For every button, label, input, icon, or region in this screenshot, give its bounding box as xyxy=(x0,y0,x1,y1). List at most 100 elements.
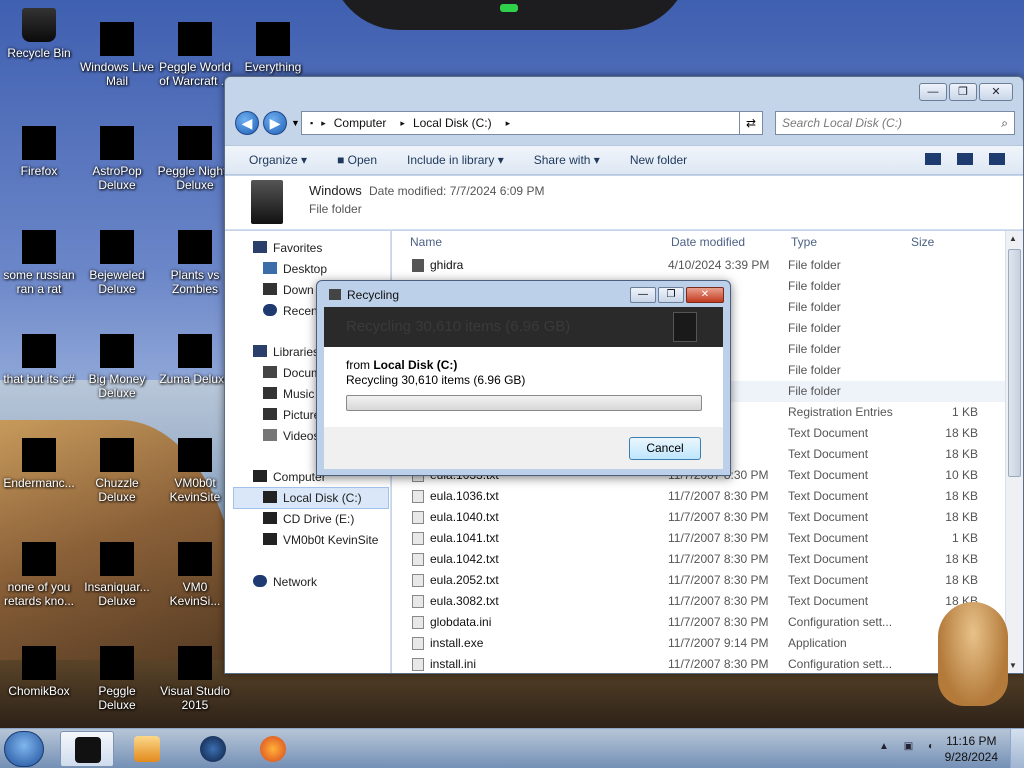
desktop-icon-vm0-kevinsite[interactable]: VM0 KevinSi... xyxy=(156,542,234,608)
nav-kevinsite[interactable]: VM0b0t KevinSite xyxy=(263,533,378,547)
file-name: install.exe xyxy=(430,636,484,650)
dialog-close-button[interactable]: ✕ xyxy=(686,287,724,303)
preview-pane-icon[interactable] xyxy=(957,153,973,165)
column-type[interactable]: Type xyxy=(791,235,817,249)
desktop-icon-c-sharp[interactable]: that but its c# xyxy=(0,334,78,386)
peggle-nights-icon xyxy=(178,126,212,160)
file-row[interactable]: globdata.ini 11/7/2007 8:30 PM Configurati… xyxy=(392,612,1005,633)
file-type: Text Document xyxy=(788,573,869,587)
desktop-icon-big-money[interactable]: Big Money Deluxe xyxy=(78,334,156,400)
network-drive-icon xyxy=(263,533,277,545)
taskbar-explorer-button[interactable] xyxy=(60,731,114,767)
scrollbar-thumb[interactable] xyxy=(1008,249,1021,477)
scroll-up-icon[interactable]: ▲ xyxy=(1009,234,1017,243)
nav-videos[interactable]: Videos xyxy=(263,429,319,443)
file-row[interactable]: eula.1042.txt 11/7/2007 8:30 PM Text Docum… xyxy=(392,549,1005,570)
file-row[interactable]: eula.1041.txt 11/7/2007 8:30 PM Text Docum… xyxy=(392,528,1005,549)
column-size[interactable]: Size xyxy=(911,235,934,249)
show-hidden-icons-icon[interactable]: ▲ xyxy=(879,741,889,752)
file-row[interactable]: eula.2052.txt 11/7/2007 8:30 PM Text Docum… xyxy=(392,570,1005,591)
file-row[interactable]: ghidra 4/10/2024 3:39 PM File folder xyxy=(392,255,1005,276)
maximize-button[interactable]: ❐ xyxy=(949,83,977,101)
nav-desktop[interactable]: Desktop xyxy=(263,262,327,276)
desktop-icon-recycle-bin[interactable]: Recycle Bin xyxy=(0,8,78,60)
file-size: 18 KB xyxy=(945,552,978,566)
dialog-minimize-button[interactable]: — xyxy=(630,287,656,303)
start-button[interactable] xyxy=(4,731,44,767)
desktop-icon-firefox[interactable]: Firefox xyxy=(0,126,78,178)
nav-recent[interactable]: Recent xyxy=(263,304,321,318)
nav-music[interactable]: Music xyxy=(263,387,314,401)
file-row[interactable]: eula.1040.txt 11/7/2007 8:30 PM Text Docum… xyxy=(392,507,1005,528)
desktop-icon-bejeweled[interactable]: Bejeweled Deluxe xyxy=(78,230,156,296)
scroll-down-icon[interactable]: ▼ xyxy=(1009,661,1017,670)
dialog-maximize-button[interactable]: ❐ xyxy=(658,287,684,303)
selected-item-date: Date modified: 7/7/2024 6:09 PM xyxy=(369,184,545,198)
share-with-button[interactable]: Share with ▾ xyxy=(534,153,600,167)
change-view-icon[interactable] xyxy=(925,153,941,165)
back-button[interactable]: ◀ xyxy=(235,111,259,135)
include-in-library-button[interactable]: Include in library ▾ xyxy=(407,153,504,167)
desktop-icon-windows-live-mail[interactable]: Windows Live Mail xyxy=(78,22,156,88)
desktop-icon-peggle-nights[interactable]: Peggle Nights Deluxe xyxy=(156,126,234,192)
desktop-icon-visual-studio[interactable]: Visual Studio 2015 xyxy=(156,646,234,712)
file-date: 4/10/2024 3:39 PM xyxy=(668,258,770,272)
taskbar-firefox-button[interactable] xyxy=(246,731,300,767)
desktop-icon-everything[interactable]: Everything xyxy=(234,22,312,74)
cancel-button[interactable]: Cancel xyxy=(629,437,701,460)
none-of-you-icon xyxy=(22,542,56,576)
recycling-dialog[interactable]: Recycling — ❐ ✕ Recycling 30,610 items (… xyxy=(316,280,731,476)
vertical-scrollbar[interactable]: ▲ ▼ xyxy=(1005,231,1023,673)
close-button[interactable]: ✕ xyxy=(979,83,1013,101)
open-button[interactable]: ■ Open xyxy=(337,153,377,167)
nav-cd-drive[interactable]: CD Drive (E:) xyxy=(263,512,354,526)
nav-network[interactable]: Network xyxy=(253,575,317,589)
file-row[interactable]: eula.1036.txt 11/7/2007 8:30 PM Text Docum… xyxy=(392,486,1005,507)
desktop-icon-zuma[interactable]: Zuma Deluxe xyxy=(156,334,234,386)
help-icon[interactable] xyxy=(989,153,1005,165)
nav-libraries[interactable]: Libraries xyxy=(253,345,319,359)
desktop-icon-insaniquarium[interactable]: Insaniquar... Deluxe xyxy=(78,542,156,608)
desktop-icon-astropop[interactable]: AstroPop Deluxe xyxy=(78,126,156,192)
file-row[interactable]: install.ini 11/7/2007 8:30 PM Configuratio… xyxy=(392,654,1005,673)
desktop-icon-chuzzle[interactable]: Chuzzle Deluxe xyxy=(78,438,156,504)
organize-button[interactable]: Organize ▾ xyxy=(249,153,307,167)
desktop-icon-peggle-wow[interactable]: Peggle World of Warcraft ... xyxy=(156,22,234,88)
breadcrumb-computer[interactable]: Computer xyxy=(334,116,387,130)
astropop-icon xyxy=(100,126,134,160)
desktop-icon-pvz[interactable]: Plants vs Zombies xyxy=(156,230,234,296)
forward-button[interactable]: ▶ xyxy=(263,111,287,135)
minimize-button[interactable]: — xyxy=(919,83,947,101)
desktop-icon-none-of-you[interactable]: none of you retards kno... xyxy=(0,542,78,608)
address-bar[interactable]: ▪ ▸ Computer ▸ Local Disk (C:) ▸ ▼ xyxy=(301,111,763,135)
nav-pictures[interactable]: Picture xyxy=(263,408,320,422)
search-input[interactable]: Search Local Disk (C:) ⌕ xyxy=(775,111,1015,135)
nav-local-disk[interactable]: Local Disk (C:) xyxy=(263,491,362,505)
recent-pages-dropdown-icon[interactable]: ▼ xyxy=(291,118,300,128)
clock[interactable]: 11:16 PM 9/28/2024 xyxy=(945,733,998,765)
volume-tray-icon[interactable]: ◐ xyxy=(928,741,934,752)
desktop-icon-endermanc[interactable]: Endermanc... xyxy=(0,438,78,490)
desktop-icon-vm0b0t-kevinsite[interactable]: VM0b0t KevinSite xyxy=(156,438,234,504)
column-name[interactable]: Name xyxy=(410,235,442,249)
nav-favorites[interactable]: Favorites xyxy=(253,241,322,255)
window-controls: — ❐ ✕ xyxy=(917,83,1013,101)
desktop-icon-russian-rat[interactable]: some russian ran a rat xyxy=(0,230,78,296)
new-folder-button[interactable]: New folder xyxy=(630,153,687,167)
nav-downloads[interactable]: Down xyxy=(263,283,314,297)
taskbar-media-player-button[interactable] xyxy=(120,731,174,767)
cd-drive-icon xyxy=(263,512,277,524)
breadcrumb-local-disk[interactable]: Local Disk (C:) xyxy=(413,116,492,130)
hamster-desktop-pet[interactable] xyxy=(938,602,1008,706)
nav-documents[interactable]: Docum xyxy=(263,366,321,380)
column-date-modified[interactable]: Date modified xyxy=(671,235,745,249)
taskbar-globe-button[interactable] xyxy=(186,731,240,767)
network-tray-icon[interactable]: ▣ xyxy=(904,741,913,752)
refresh-button[interactable]: ⇄ xyxy=(739,111,763,135)
show-desktop-button[interactable] xyxy=(1010,729,1024,768)
desktop-icon-chomikbox[interactable]: ChomikBox xyxy=(0,646,78,698)
nav-computer[interactable]: Computer xyxy=(253,470,326,484)
file-row[interactable]: install.exe 11/7/2007 9:14 PM Application xyxy=(392,633,1005,654)
file-row[interactable]: eula.3082.txt 11/7/2007 8:30 PM Text Docum… xyxy=(392,591,1005,612)
desktop-icon-peggle-deluxe[interactable]: Peggle Deluxe xyxy=(78,646,156,712)
